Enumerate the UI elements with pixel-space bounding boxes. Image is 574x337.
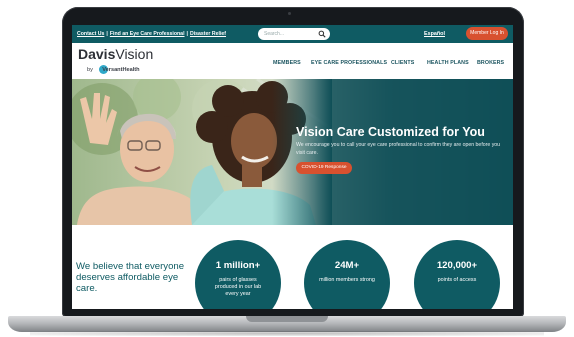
disaster-relief-link[interactable]: Disaster Relief: [190, 31, 226, 37]
stat-circle-members: 24M+ million members strong: [304, 240, 390, 309]
davis-vision-logo[interactable]: DavisVision: [78, 46, 153, 62]
stat-value: 120,000+: [436, 260, 478, 271]
laptop-frame: Contact Us | Find an Eye Care Professional…: [0, 0, 574, 337]
search-box[interactable]: [258, 28, 330, 40]
laptop-shadow: [30, 331, 544, 336]
search-input[interactable]: [264, 29, 314, 39]
stat-label: million members strong: [319, 277, 375, 283]
nav-eye-care-professionals[interactable]: EYE CARE PROFESSIONALS: [311, 59, 387, 67]
hero-banner: Vision Care Customized for You We encour…: [72, 79, 513, 225]
stats-section: We believe that everyone deserves afford…: [72, 225, 513, 309]
hero-description: We encourage you to call your eye care p…: [296, 142, 501, 156]
browser-screen: Contact Us | Find an Eye Care Professional…: [72, 25, 513, 309]
utility-links: Contact Us | Find an Eye Care Professional…: [77, 31, 227, 37]
stat-label: pairs of glasses produced in our lab eve…: [214, 277, 262, 297]
stat-value: 24M+: [334, 260, 360, 271]
language-link[interactable]: Español: [424, 30, 445, 38]
hero-title: Vision Care Customized for You: [296, 125, 485, 139]
contact-us-link[interactable]: Contact Us: [77, 31, 104, 37]
stat-circle-glasses: 1 million+ pairs of glasses produced in …: [195, 240, 281, 309]
tagline: We believe that everyone deserves afford…: [76, 261, 185, 294]
search-icon[interactable]: [318, 30, 326, 38]
stat-label: points of access: [437, 277, 477, 283]
stat-circle-access: 120,000+ points of access: [414, 240, 500, 309]
stat-value: 1 million+: [215, 260, 261, 271]
nav-health-plans[interactable]: HEALTH PLANS: [427, 59, 469, 67]
site-header: DavisVision by VersantHealth MEMBERS EYE…: [72, 43, 513, 79]
nav-brokers[interactable]: BROKERS: [477, 59, 504, 67]
versant-health-logo: by VersantHealth: [87, 67, 140, 73]
covid-response-button[interactable]: COVID-19 Response: [296, 162, 352, 174]
laptop-notch: [246, 316, 328, 322]
member-login-button[interactable]: Member Log In: [466, 27, 508, 40]
nav-members[interactable]: MEMBERS: [273, 59, 301, 67]
webcam: [288, 12, 291, 15]
nav-clients[interactable]: CLIENTS: [391, 59, 414, 67]
utility-bar: Contact Us | Find an Eye Care Professional…: [72, 25, 513, 43]
find-eye-care-professional-link[interactable]: Find an Eye Care Professional: [110, 31, 185, 37]
